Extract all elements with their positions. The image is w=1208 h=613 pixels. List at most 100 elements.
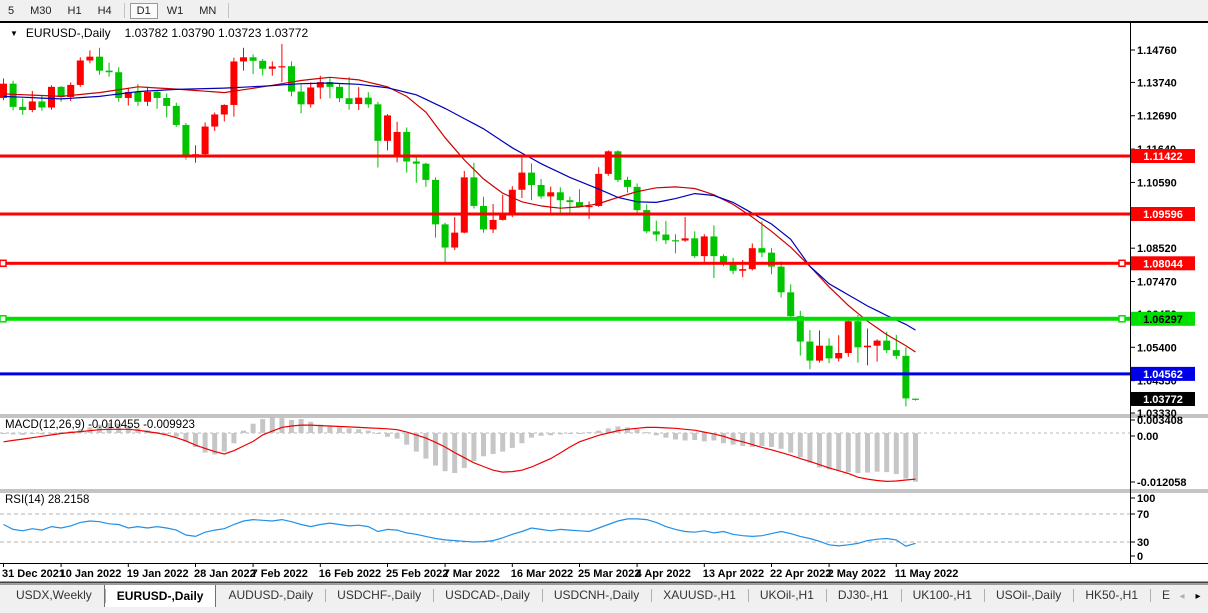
candle-body bbox=[653, 231, 660, 234]
macd-histogram-bar bbox=[491, 433, 496, 454]
candle-body bbox=[355, 98, 362, 104]
price-tick bbox=[1130, 82, 1135, 83]
macd-histogram-bar bbox=[769, 433, 774, 447]
price-tick-label: 1.08520 bbox=[1137, 243, 1177, 255]
panel-divider[interactable] bbox=[0, 492, 1208, 493]
panel-divider[interactable] bbox=[0, 415, 1208, 416]
macd-histogram-bar bbox=[788, 433, 793, 453]
symbol-tab-audusd-daily[interactable]: AUDUSD-,Daily bbox=[216, 585, 325, 606]
candle-body bbox=[634, 187, 641, 210]
candle-body bbox=[163, 98, 170, 106]
timeframe-button-M30[interactable]: M30 bbox=[23, 3, 58, 19]
macd-histogram-bar bbox=[395, 433, 400, 439]
candle-wick bbox=[22, 99, 23, 115]
macd-histogram-bar bbox=[462, 433, 467, 468]
symbol-tab-usdcad-daily[interactable]: USDCAD-,Daily bbox=[433, 585, 542, 606]
macd-histogram-bar bbox=[231, 433, 236, 443]
symbol-tab-xauusd-h1[interactable]: XAUUSD-,H1 bbox=[651, 585, 748, 606]
level-line-handle[interactable] bbox=[0, 260, 6, 266]
symbol-tab-eu[interactable]: EU bbox=[1150, 585, 1170, 606]
macd-histogram-bar bbox=[548, 433, 553, 435]
candle-wick bbox=[349, 77, 350, 110]
macd-histogram-bar bbox=[855, 433, 860, 473]
rsi-axis-tick bbox=[1130, 498, 1135, 499]
macd-histogram-bar bbox=[481, 433, 486, 456]
candle-body bbox=[442, 224, 449, 247]
candle-body bbox=[893, 350, 900, 356]
timeframe-button-D1[interactable]: D1 bbox=[130, 3, 158, 19]
candle-body bbox=[38, 101, 45, 107]
macd-histogram-bar bbox=[347, 428, 352, 433]
candle-wick bbox=[416, 155, 417, 183]
symbol-tab-usdx-weekly[interactable]: USDX,Weekly bbox=[4, 585, 104, 606]
candle-body bbox=[307, 87, 314, 104]
price-tick-label: 1.10590 bbox=[1137, 177, 1177, 189]
candle-body bbox=[10, 84, 17, 107]
price-tick bbox=[1130, 182, 1135, 183]
candle-body bbox=[288, 66, 295, 91]
symbol-tab-dj30-h1[interactable]: DJ30-,H1 bbox=[826, 585, 901, 606]
timeframe-button-H4[interactable]: H4 bbox=[91, 3, 119, 19]
candle-body bbox=[451, 233, 458, 248]
macd-histogram-bar bbox=[327, 426, 332, 433]
level-line-segment[interactable] bbox=[0, 155, 1130, 158]
macd-histogram-bar bbox=[423, 433, 428, 459]
symbol-tab-usdchf-daily[interactable]: USDCHF-,Daily bbox=[325, 585, 433, 606]
symbol-tab-hk50-h1[interactable]: HK50-,H1 bbox=[1073, 585, 1150, 606]
date-axis-line bbox=[0, 563, 1208, 564]
mt4-terminal: 1.147601.137401.126901.116401.105901.085… bbox=[0, 0, 1208, 613]
toolbar-separator bbox=[228, 3, 229, 18]
tabs-scroll-left-button[interactable]: ◂ bbox=[1174, 588, 1190, 604]
candle-body bbox=[874, 341, 881, 346]
price-tick-label: 1.05400 bbox=[1137, 342, 1177, 354]
candle-body bbox=[461, 177, 468, 232]
macd-histogram-bar bbox=[798, 433, 803, 457]
date-tick-label: 2 May 2022 bbox=[828, 568, 886, 580]
candle-body bbox=[269, 67, 276, 69]
candle-body bbox=[835, 353, 842, 358]
macd-histogram-bar bbox=[11, 433, 16, 434]
tabs-scroll-right-button[interactable]: ▸ bbox=[1190, 588, 1206, 604]
candle-body bbox=[211, 114, 218, 126]
level-line-handle[interactable] bbox=[0, 316, 6, 322]
symbol-tab-eurusd-daily[interactable]: EURUSD-,Daily bbox=[104, 585, 217, 607]
tab-scroll-arrows: ◂ ▸ bbox=[1174, 588, 1206, 604]
level-line-handle[interactable] bbox=[1119, 260, 1125, 266]
candle-body bbox=[682, 238, 689, 240]
level-line-handle[interactable] bbox=[1119, 316, 1125, 322]
macd-axis-label: -0.012058 bbox=[1137, 477, 1187, 489]
level-line-segment[interactable] bbox=[0, 372, 1130, 375]
candle-body bbox=[470, 177, 477, 206]
date-tick-label: 31 Dec 2021 bbox=[2, 568, 65, 580]
candle-body bbox=[182, 125, 189, 156]
candle-body bbox=[883, 341, 890, 351]
timeframe-button-H1[interactable]: H1 bbox=[61, 3, 89, 19]
candle-body bbox=[365, 98, 372, 105]
timeframe-button-5[interactable]: 5 bbox=[1, 3, 21, 19]
macd-histogram-bar bbox=[385, 433, 390, 437]
symbol-tab-usoil-daily[interactable]: USOil-,Daily bbox=[984, 585, 1073, 606]
timeframe-button-MN[interactable]: MN bbox=[192, 3, 223, 19]
panel-divider[interactable] bbox=[0, 490, 1208, 491]
candle-body bbox=[240, 57, 247, 61]
candle-body bbox=[547, 192, 554, 196]
symbol-tab-usdcnh-daily[interactable]: USDCNH-,Daily bbox=[542, 585, 651, 606]
macd-histogram-bar bbox=[903, 433, 908, 479]
date-tick bbox=[896, 563, 897, 567]
candle-wick bbox=[281, 44, 282, 82]
candle-body bbox=[691, 238, 698, 256]
level-line-segment[interactable] bbox=[0, 262, 1130, 265]
macd-histogram-bar bbox=[164, 433, 169, 434]
candle-body bbox=[259, 61, 266, 69]
symbol-tab-ukoil-h1[interactable]: UKOil-,H1 bbox=[748, 585, 826, 606]
panel-divider[interactable] bbox=[0, 417, 1208, 418]
timeframe-button-W1[interactable]: W1 bbox=[160, 3, 191, 19]
chart-menu-arrow-icon[interactable]: ▼ bbox=[10, 29, 18, 38]
level-line-segment[interactable] bbox=[0, 317, 1130, 321]
macd-histogram-bar bbox=[500, 433, 505, 452]
candle-body bbox=[509, 190, 516, 216]
candle-body bbox=[710, 236, 717, 256]
symbol-tab-uk100-h1[interactable]: UK100-,H1 bbox=[901, 585, 984, 606]
level-line-segment[interactable] bbox=[0, 213, 1130, 216]
macd-histogram-bar bbox=[260, 419, 265, 433]
